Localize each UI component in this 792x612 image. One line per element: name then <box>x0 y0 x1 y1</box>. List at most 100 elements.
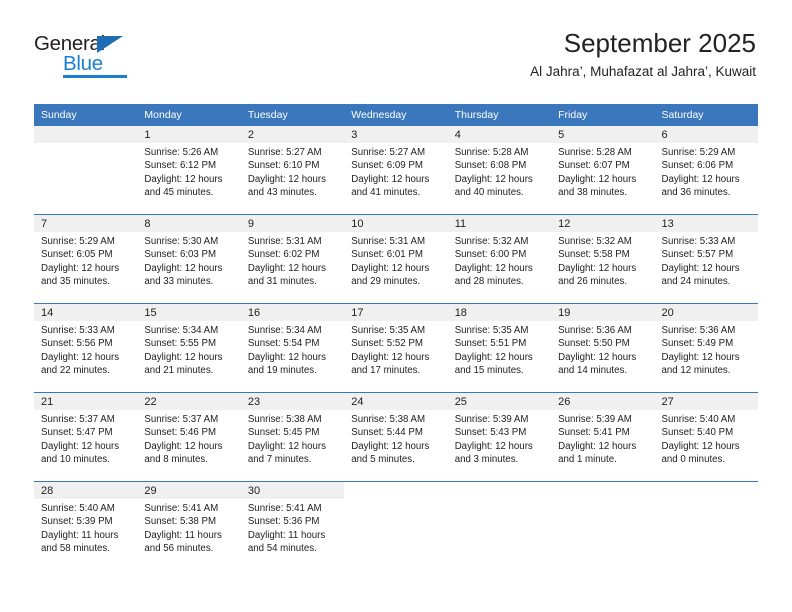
calendar-day-cell[interactable]: 28 Sunrise: 5:40 AM Sunset: 5:39 PM Dayligh… <box>34 481 138 570</box>
day-cell-content: 25 Sunrise: 5:39 AM Sunset: 5:43 PM Dayligh… <box>447 393 552 481</box>
calendar-day-cell[interactable]: 16 Sunrise: 5:34 AM Sunset: 5:54 PM Dayligh… <box>240 303 345 393</box>
sunrise-text: Sunrise: 5:39 AM <box>454 414 529 425</box>
day-number: 8 <box>137 215 241 232</box>
daylight-text-line2: and 31 minutes. <box>247 276 317 288</box>
day-cell-content: 24 Sunrise: 5:38 AM Sunset: 5:44 PM Dayligh… <box>344 393 448 481</box>
day-cell-content: 16 Sunrise: 5:34 AM Sunset: 5:54 PM Dayligh… <box>240 304 345 392</box>
calendar-day-cell[interactable]: 26 Sunrise: 5:39 AM Sunset: 5:41 PM Dayligh… <box>551 392 655 482</box>
sunrise-text: Sunrise: 5:40 AM <box>41 503 115 514</box>
calendar-day-cell[interactable]: 24 Sunrise: 5:38 AM Sunset: 5:44 PM Dayligh… <box>344 392 448 482</box>
day-sun-info: Sunrise: 5:29 AM Sunset: 6:06 PM Daylight:… <box>655 143 758 200</box>
calendar-day-cell[interactable]: 20 Sunrise: 5:36 AM Sunset: 5:49 PM Dayligh… <box>654 303 758 393</box>
daylight-text-line2: and 29 minutes. <box>351 276 421 288</box>
day-number <box>344 482 448 499</box>
daylight-text-line1: Daylight: 12 hours <box>454 440 533 452</box>
calendar-day-cell[interactable]: 4 Sunrise: 5:28 AM Sunset: 6:08 PM Daylight… <box>447 126 552 215</box>
daylight-text-line2: and 0 minutes. <box>661 454 726 466</box>
calendar-day-cell[interactable] <box>654 481 758 570</box>
calendar-day-cell[interactable] <box>447 481 552 570</box>
day-number <box>447 482 552 499</box>
calendar-day-cell[interactable]: 19 Sunrise: 5:36 AM Sunset: 5:50 PM Dayligh… <box>551 303 655 393</box>
calendar-day-cell[interactable] <box>34 126 138 215</box>
daylight-text-line1: Daylight: 12 hours <box>41 440 120 452</box>
calendar-day-cell[interactable]: 30 Sunrise: 5:41 AM Sunset: 5:36 PM Dayligh… <box>240 481 345 570</box>
calendar-week-row: 7 Sunrise: 5:29 AM Sunset: 6:05 PM Daylight… <box>34 214 758 304</box>
day-number: 5 <box>551 126 655 143</box>
sunrise-text: Sunrise: 5:37 AM <box>144 414 219 425</box>
daylight-text-line2: and 1 minute. <box>558 454 617 466</box>
weekday-header-thursday: Thursday <box>447 104 552 126</box>
logo-text-blue: Blue <box>63 52 103 75</box>
sunrise-text: Sunrise: 5:28 AM <box>558 147 632 158</box>
day-cell-content: 10 Sunrise: 5:31 AM Sunset: 6:01 PM Dayligh… <box>344 215 448 303</box>
day-cell-content <box>447 482 552 570</box>
calendar-day-cell[interactable]: 1 Sunrise: 5:26 AM Sunset: 6:12 PM Daylight… <box>137 126 241 215</box>
day-number: 6 <box>654 126 758 143</box>
day-sun-info: Sunrise: 5:28 AM Sunset: 6:08 PM Daylight:… <box>448 143 551 200</box>
sunset-text: Sunset: 6:03 PM <box>144 249 217 261</box>
calendar-day-cell[interactable]: 7 Sunrise: 5:29 AM Sunset: 6:05 PM Daylight… <box>34 214 138 304</box>
daylight-text-line2: and 38 minutes. <box>558 187 628 199</box>
calendar-day-cell[interactable]: 15 Sunrise: 5:34 AM Sunset: 5:55 PM Dayligh… <box>137 303 241 393</box>
calendar-day-cell[interactable]: 29 Sunrise: 5:41 AM Sunset: 5:38 PM Dayligh… <box>137 481 241 570</box>
day-number <box>654 482 758 499</box>
sunset-text: Sunset: 6:05 PM <box>41 249 113 261</box>
sunrise-text: Sunrise: 5:31 AM <box>351 236 426 247</box>
sunrise-text: Sunrise: 5:32 AM <box>558 236 632 247</box>
day-sun-info: Sunrise: 5:39 AM Sunset: 5:43 PM Daylight:… <box>448 410 551 467</box>
daylight-text-line1: Daylight: 12 hours <box>144 351 223 363</box>
daylight-text-line1: Daylight: 12 hours <box>247 440 326 452</box>
day-sun-info: Sunrise: 5:41 AM Sunset: 5:38 PM Daylight:… <box>137 499 240 556</box>
calendar-day-cell[interactable] <box>344 481 448 570</box>
daylight-text-line2: and 45 minutes. <box>144 187 214 199</box>
calendar-day-cell[interactable]: 2 Sunrise: 5:27 AM Sunset: 6:10 PM Daylight… <box>240 126 345 215</box>
day-sun-info: Sunrise: 5:36 AM Sunset: 5:49 PM Daylight:… <box>655 321 758 378</box>
calendar-day-cell[interactable] <box>551 481 655 570</box>
day-number: 11 <box>447 215 552 232</box>
day-cell-content: 20 Sunrise: 5:36 AM Sunset: 5:49 PM Dayligh… <box>654 304 758 392</box>
sunrise-text: Sunrise: 5:27 AM <box>351 147 426 158</box>
calendar-day-cell[interactable]: 11 Sunrise: 5:32 AM Sunset: 6:00 PM Dayligh… <box>447 214 552 304</box>
calendar-day-cell[interactable]: 27 Sunrise: 5:40 AM Sunset: 5:40 PM Dayligh… <box>654 392 758 482</box>
day-sun-info: Sunrise: 5:36 AM Sunset: 5:50 PM Daylight:… <box>551 321 654 378</box>
day-sun-info: Sunrise: 5:40 AM Sunset: 5:39 PM Daylight:… <box>34 499 137 556</box>
calendar-day-cell[interactable]: 13 Sunrise: 5:33 AM Sunset: 5:57 PM Dayligh… <box>654 214 758 304</box>
calendar-day-cell[interactable]: 25 Sunrise: 5:39 AM Sunset: 5:43 PM Dayligh… <box>447 392 552 482</box>
generalblue-logo[interactable]: General Blue <box>34 33 154 81</box>
daylight-text-line1: Daylight: 12 hours <box>454 262 533 274</box>
calendar-day-cell[interactable]: 3 Sunrise: 5:27 AM Sunset: 6:09 PM Daylight… <box>344 126 448 215</box>
calendar-day-cell[interactable]: 12 Sunrise: 5:32 AM Sunset: 5:58 PM Dayligh… <box>551 214 655 304</box>
calendar-day-cell[interactable]: 22 Sunrise: 5:37 AM Sunset: 5:46 PM Dayligh… <box>137 392 241 482</box>
weekday-header-saturday: Saturday <box>654 104 758 126</box>
sunrise-text: Sunrise: 5:40 AM <box>661 414 736 425</box>
day-sun-info: Sunrise: 5:38 AM Sunset: 5:44 PM Daylight:… <box>344 410 447 467</box>
title-block: September 2025 Al Jahra’, Muhafazat al J… <box>530 27 756 82</box>
day-sun-info: Sunrise: 5:41 AM Sunset: 5:36 PM Daylight:… <box>241 499 344 556</box>
sunrise-text: Sunrise: 5:38 AM <box>351 414 426 425</box>
sunset-text: Sunset: 5:38 PM <box>144 516 217 528</box>
daylight-text-line1: Daylight: 11 hours <box>41 529 119 541</box>
sunset-text: Sunset: 6:07 PM <box>558 160 630 172</box>
day-sun-info: Sunrise: 5:31 AM Sunset: 6:01 PM Daylight:… <box>344 232 447 289</box>
calendar-day-cell[interactable]: 6 Sunrise: 5:29 AM Sunset: 6:06 PM Daylight… <box>654 126 758 215</box>
sunset-text: Sunset: 5:51 PM <box>454 338 527 350</box>
calendar-day-cell[interactable]: 10 Sunrise: 5:31 AM Sunset: 6:01 PM Dayligh… <box>344 214 448 304</box>
day-sun-info: Sunrise: 5:30 AM Sunset: 6:03 PM Daylight:… <box>137 232 240 289</box>
calendar-day-cell[interactable]: 17 Sunrise: 5:35 AM Sunset: 5:52 PM Dayligh… <box>344 303 448 393</box>
daylight-text-line1: Daylight: 12 hours <box>247 262 326 274</box>
calendar-day-cell[interactable]: 9 Sunrise: 5:31 AM Sunset: 6:02 PM Daylight… <box>240 214 345 304</box>
day-cell-content: 9 Sunrise: 5:31 AM Sunset: 6:02 PM Daylight… <box>240 215 345 303</box>
calendar-day-cell[interactable]: 5 Sunrise: 5:28 AM Sunset: 6:07 PM Daylight… <box>551 126 655 215</box>
day-sun-info: Sunrise: 5:38 AM Sunset: 5:45 PM Daylight:… <box>241 410 344 467</box>
calendar-day-cell[interactable]: 21 Sunrise: 5:37 AM Sunset: 5:47 PM Dayligh… <box>34 392 138 482</box>
daylight-text-line2: and 24 minutes. <box>661 276 731 288</box>
day-sun-info: Sunrise: 5:39 AM Sunset: 5:41 PM Daylight:… <box>551 410 654 467</box>
calendar-day-cell[interactable]: 14 Sunrise: 5:33 AM Sunset: 5:56 PM Dayligh… <box>34 303 138 393</box>
calendar-day-cell[interactable]: 8 Sunrise: 5:30 AM Sunset: 6:03 PM Daylight… <box>137 214 241 304</box>
sunset-text: Sunset: 6:06 PM <box>661 160 734 172</box>
sunset-text: Sunset: 5:39 PM <box>41 516 113 528</box>
calendar-day-cell[interactable]: 18 Sunrise: 5:35 AM Sunset: 5:51 PM Dayligh… <box>447 303 552 393</box>
sunrise-text: Sunrise: 5:35 AM <box>351 325 426 336</box>
calendar-day-cell[interactable]: 23 Sunrise: 5:38 AM Sunset: 5:45 PM Dayligh… <box>240 392 345 482</box>
sunset-text: Sunset: 5:58 PM <box>558 249 630 261</box>
